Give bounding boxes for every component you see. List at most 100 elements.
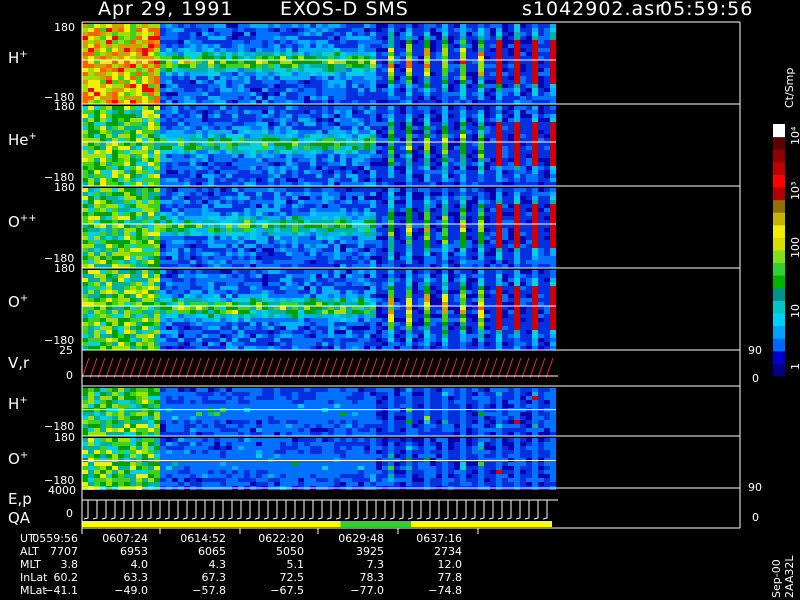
spectrogram-cell bbox=[448, 52, 454, 56]
spectrogram-cell bbox=[472, 110, 478, 114]
spectrogram-cell bbox=[154, 72, 160, 76]
spectrogram-cell bbox=[202, 114, 208, 118]
spectrogram-cell bbox=[88, 338, 94, 342]
spectrogram-cell bbox=[106, 188, 112, 192]
spectrogram-cell bbox=[202, 260, 208, 264]
spectrogram-cell bbox=[424, 248, 430, 252]
spectrogram-cell bbox=[382, 178, 388, 182]
spectrogram-cell bbox=[202, 138, 208, 142]
spectrogram-cell bbox=[472, 138, 478, 142]
spectrogram-cell bbox=[406, 130, 412, 134]
spectrogram-cell bbox=[280, 60, 286, 64]
spectrogram-cell bbox=[418, 96, 424, 100]
spectrogram-cell bbox=[358, 64, 364, 68]
spectrogram-cell bbox=[136, 338, 142, 342]
spectrogram-cell bbox=[268, 84, 274, 88]
spectrogram-cell bbox=[118, 240, 124, 244]
spectrogram-cell bbox=[124, 80, 130, 84]
spectrogram-cell bbox=[520, 126, 526, 130]
spectrogram-cell bbox=[310, 118, 316, 122]
spectrogram-cell bbox=[202, 264, 208, 268]
spectrogram-cell bbox=[406, 142, 412, 146]
spectrogram-cell bbox=[292, 52, 298, 56]
spectrogram-cell bbox=[304, 158, 310, 162]
spectrogram-cell bbox=[472, 228, 478, 232]
spectrogram-cell bbox=[298, 44, 304, 48]
spectrogram-cell bbox=[298, 114, 304, 118]
spectrogram-cell bbox=[268, 216, 274, 220]
spectrogram-cell bbox=[382, 208, 388, 212]
spectrogram-cell bbox=[244, 182, 250, 186]
spectrogram-cell bbox=[226, 162, 232, 166]
spectrogram-cell bbox=[292, 166, 298, 170]
spectrogram-cell bbox=[208, 88, 214, 92]
spectrogram-cell bbox=[100, 256, 106, 260]
spectrogram-cell bbox=[394, 72, 400, 76]
spectrogram-cell bbox=[166, 224, 172, 228]
spectrogram-cell bbox=[532, 60, 538, 64]
spectrogram-cell bbox=[196, 150, 202, 154]
spectrogram-cell bbox=[310, 212, 316, 216]
spectrogram-cell bbox=[220, 212, 226, 216]
spectrogram-cell bbox=[364, 130, 370, 134]
spectrogram-cell bbox=[370, 130, 376, 134]
spectrogram-cell bbox=[292, 138, 298, 142]
spectrogram-cell bbox=[340, 126, 346, 130]
spectrogram-cell bbox=[208, 188, 214, 192]
spectrogram-cell bbox=[256, 114, 262, 118]
spectrogram-cell bbox=[142, 56, 148, 60]
spectrogram-cell bbox=[508, 24, 514, 28]
spectrogram-cell bbox=[298, 32, 304, 36]
spectrogram-cell bbox=[286, 64, 292, 68]
spectrogram-cell bbox=[214, 76, 220, 80]
spectrogram-cell bbox=[310, 68, 316, 72]
spectrogram-cell bbox=[154, 154, 160, 158]
spectrogram-cell bbox=[508, 52, 514, 56]
spectrogram-cell bbox=[436, 88, 442, 92]
spectrogram-cell bbox=[112, 126, 118, 130]
spectrogram-cell bbox=[340, 162, 346, 166]
spectrogram-cell bbox=[322, 220, 328, 224]
spectrogram-cell bbox=[100, 138, 106, 142]
spectrogram-cell bbox=[412, 216, 418, 220]
spectrogram-cell bbox=[448, 96, 454, 100]
spectrogram-cell bbox=[532, 228, 538, 232]
spectrogram-cell bbox=[154, 118, 160, 122]
spectrogram-cell bbox=[130, 338, 136, 342]
spectrogram-cell bbox=[352, 182, 358, 186]
spectrogram-cell bbox=[400, 240, 406, 244]
spectrogram-cell bbox=[328, 154, 334, 158]
spectrogram-cell bbox=[292, 208, 298, 212]
spectrogram-cell bbox=[340, 158, 346, 162]
spectrogram-cell bbox=[208, 232, 214, 236]
spectrogram-cell bbox=[184, 260, 190, 264]
spectrogram-cell bbox=[238, 232, 244, 236]
spectrogram-cell bbox=[94, 134, 100, 138]
spectrogram-cell bbox=[544, 76, 550, 80]
spectrogram-cell bbox=[292, 76, 298, 80]
spectrogram-cell bbox=[460, 236, 466, 240]
spectrogram-cell bbox=[112, 166, 118, 170]
spectrogram-cell bbox=[478, 134, 484, 138]
spectrogram-cell bbox=[292, 170, 298, 174]
spectrogram-cell bbox=[262, 260, 268, 264]
spectrogram-cell bbox=[118, 60, 124, 64]
spectrogram-cell bbox=[178, 200, 184, 204]
spectrogram-cell bbox=[526, 68, 532, 72]
spectrogram-cell bbox=[424, 28, 430, 32]
spectrogram-cell bbox=[136, 232, 142, 236]
spectrogram-cell bbox=[298, 232, 304, 236]
spectrogram-cell bbox=[388, 28, 394, 32]
spectrogram-cell bbox=[550, 60, 556, 64]
spectrogram-cell bbox=[526, 220, 532, 224]
spectrogram-cell bbox=[178, 32, 184, 36]
spectrogram-cell bbox=[472, 188, 478, 192]
spectrogram-cell bbox=[178, 52, 184, 56]
spectrogram-cell bbox=[148, 306, 154, 310]
spectrogram-cell bbox=[100, 192, 106, 196]
spectrogram-cell bbox=[514, 92, 520, 96]
spectrogram-cell bbox=[538, 162, 544, 166]
spectrogram-cell bbox=[136, 256, 142, 260]
spectrogram-cell bbox=[280, 248, 286, 252]
spectrogram-cell bbox=[244, 96, 250, 100]
